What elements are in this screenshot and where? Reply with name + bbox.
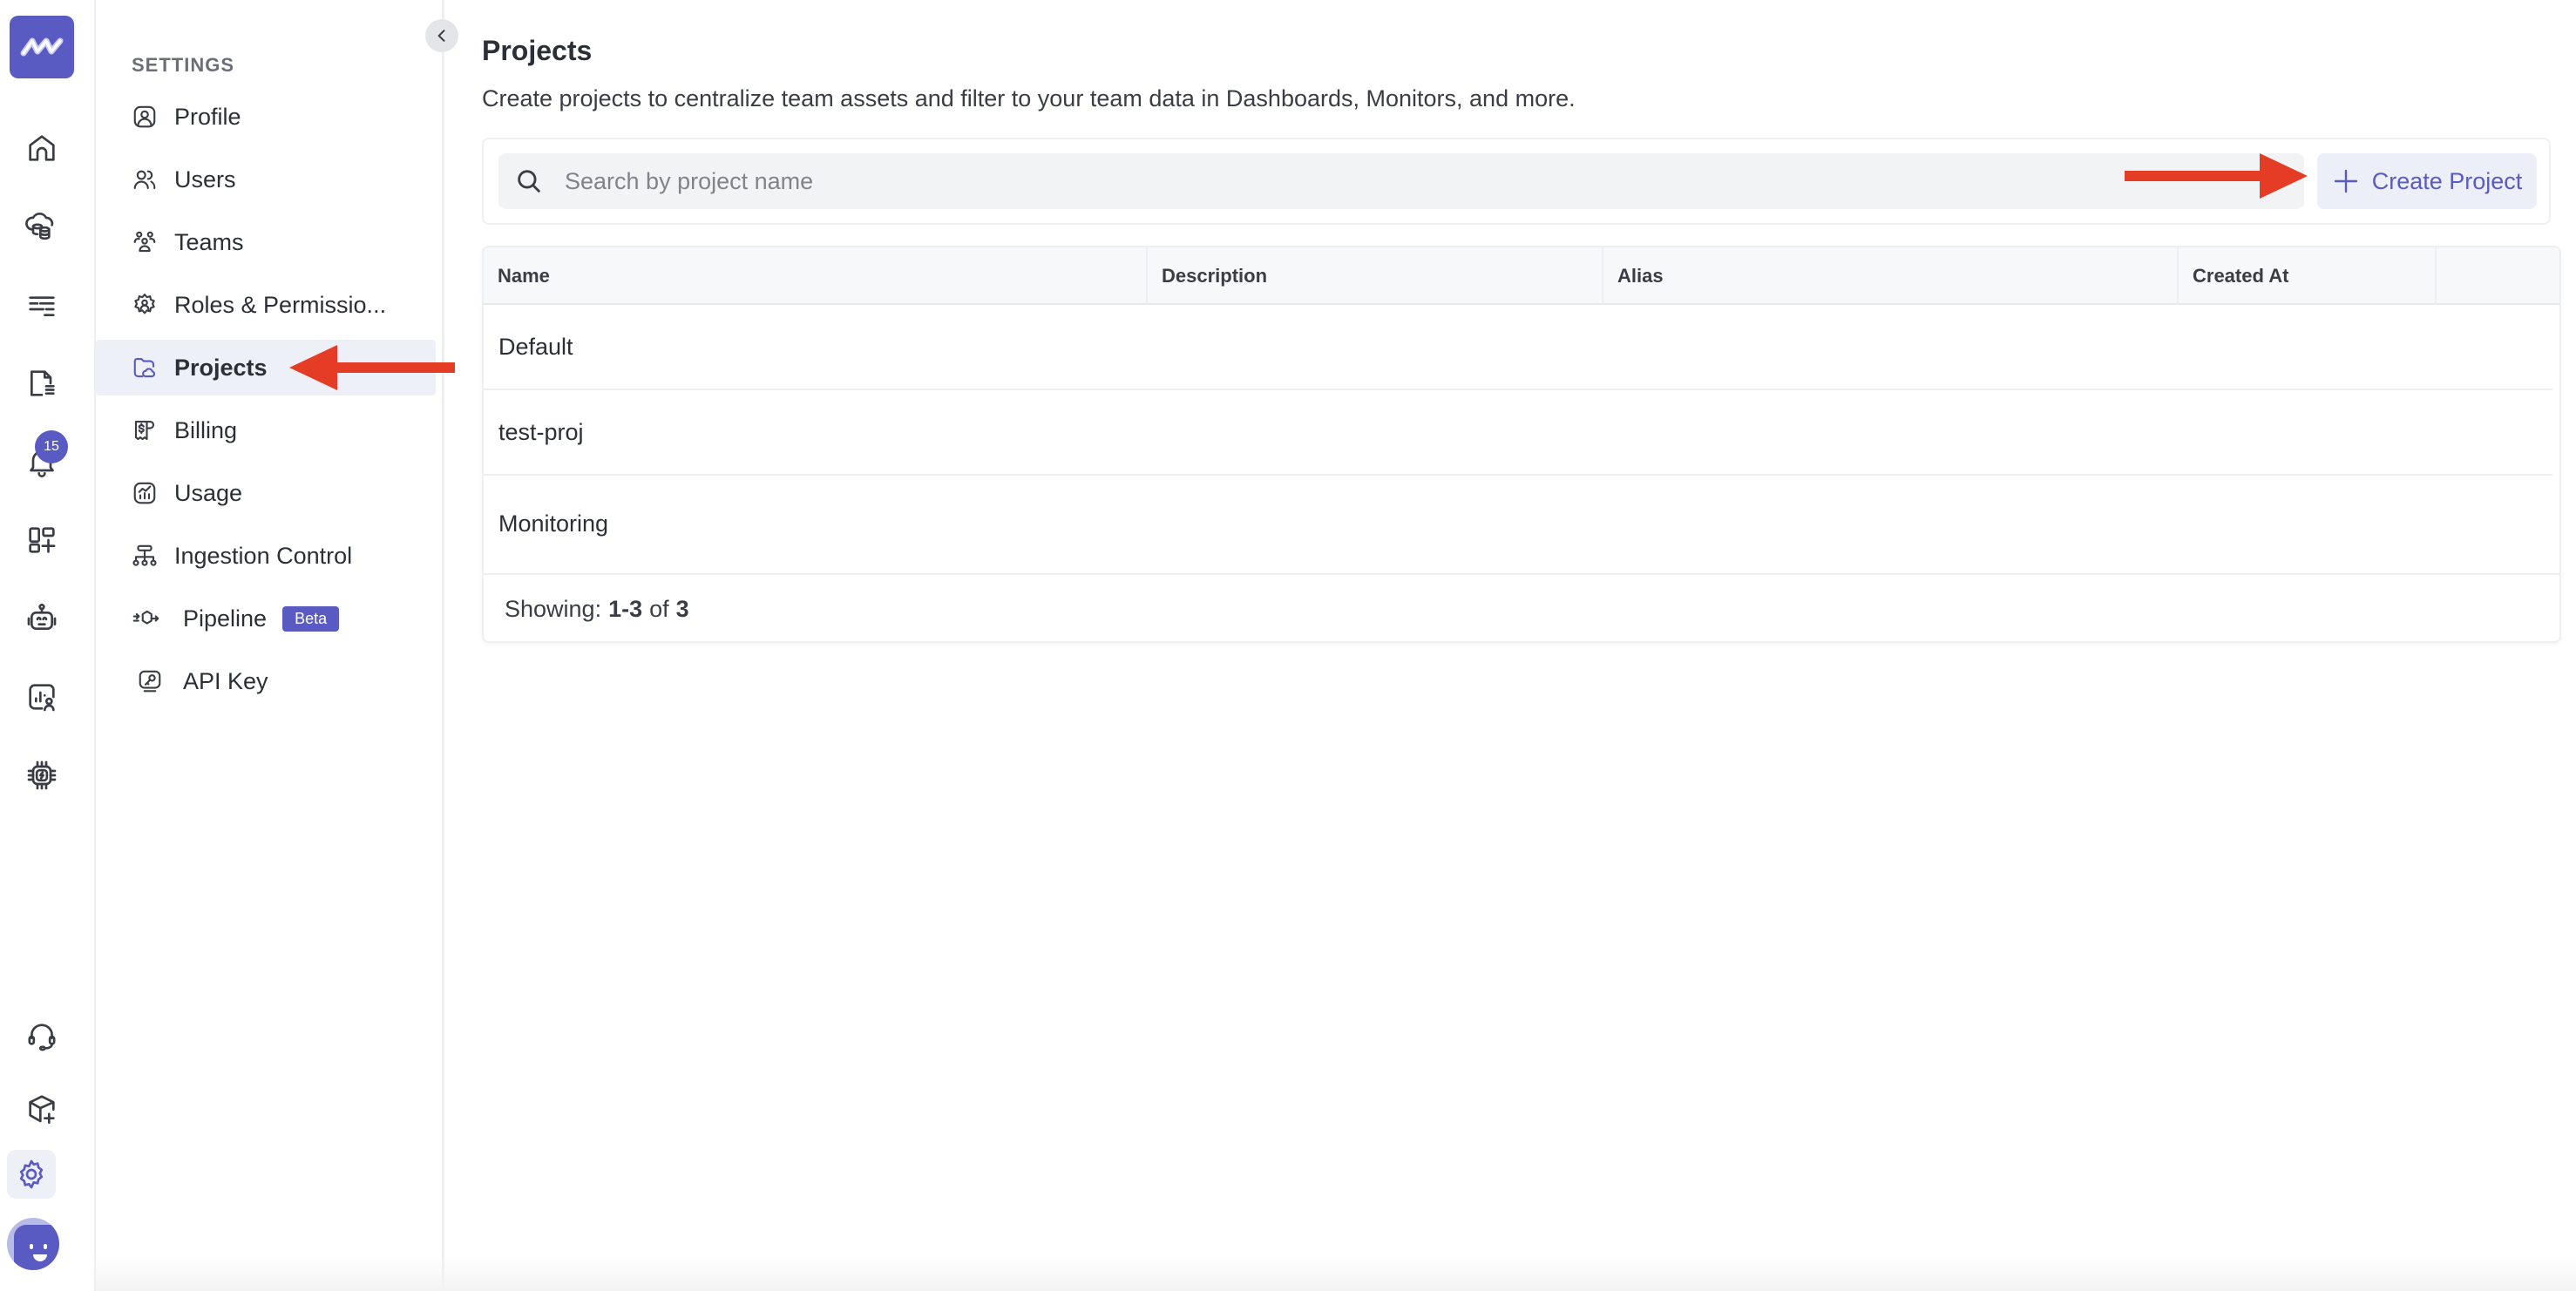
- chevron-left-icon: [437, 30, 445, 42]
- column-header-name[interactable]: Name: [484, 247, 1146, 305]
- search-icon: [518, 170, 540, 193]
- collapse-sidebar-button[interactable]: [425, 19, 458, 52]
- pipeline-icon: [131, 605, 166, 632]
- column-header-alias[interactable]: Alias: [1602, 247, 2177, 305]
- profile-icon: [131, 103, 159, 131]
- dashboard-add-icon: [29, 527, 56, 553]
- home-icon: [29, 135, 55, 161]
- logs-list-icon: [29, 296, 55, 316]
- showing-of: of: [649, 595, 669, 622]
- teams-icon: [131, 228, 159, 256]
- rail-support[interactable]: [19, 1014, 64, 1059]
- gear-icon: [19, 1159, 44, 1189]
- table-row[interactable]: test-proj: [484, 390, 2552, 476]
- rail-infrastructure[interactable]: [19, 204, 64, 249]
- settings-sidebar: SETTINGS Profile Users Teams Roles & Per…: [96, 0, 444, 1291]
- usage-chart-icon: [131, 479, 159, 507]
- ingestion-icon: [131, 542, 159, 570]
- table-row[interactable]: Default: [484, 305, 2552, 390]
- roles-icon: [131, 291, 159, 319]
- sidebar-item-billing[interactable]: Billing: [96, 402, 436, 458]
- rail-installation[interactable]: [19, 1085, 64, 1131]
- alerts-count-badge: 15: [35, 430, 68, 463]
- rail-llm-observability[interactable]: [19, 753, 64, 798]
- rail-home[interactable]: [19, 125, 64, 171]
- sidebar-item-label: Pipeline: [183, 605, 268, 632]
- project-name: test-proj: [498, 418, 584, 445]
- search-box: [498, 153, 2304, 209]
- sidebar-item-label: Users: [174, 166, 236, 193]
- page-title: Projects: [482, 35, 593, 66]
- table-footer: Showing: 1-3 of 3: [484, 573, 2559, 641]
- box-add-icon: [29, 1095, 55, 1124]
- showing-total: 3: [675, 595, 689, 622]
- sidebar-item-label: Roles & Permissio...: [174, 291, 387, 318]
- rail-ai-assistant[interactable]: [19, 596, 64, 641]
- beta-badge: Beta: [282, 605, 340, 632]
- robot-icon: [27, 603, 57, 630]
- sidebar-item-label: Teams: [174, 228, 244, 255]
- annotation-arrow-create-project: [2125, 153, 2308, 199]
- logo[interactable]: [10, 16, 74, 78]
- sidebar-item-teams[interactable]: Teams: [96, 214, 436, 270]
- column-header-created-at[interactable]: Created At: [2177, 247, 2435, 305]
- sidebar-item-label: Ingestion Control: [174, 542, 353, 569]
- projects-table: Name Description Alias Created At Defaul…: [482, 246, 2561, 643]
- page-description: Create projects to centralize team asset…: [482, 85, 1576, 112]
- column-header-actions: [2435, 247, 2559, 305]
- showing-range: 1-3: [608, 595, 643, 622]
- sidebar-heading: SETTINGS: [132, 54, 235, 76]
- sidebar-item-label: Projects: [174, 354, 268, 381]
- sidebar-item-pipeline[interactable]: Pipeline Beta: [96, 591, 436, 646]
- rail-settings[interactable]: [7, 1150, 56, 1199]
- sidebar-item-api-key[interactable]: API Key: [96, 653, 436, 709]
- column-header-description[interactable]: Description: [1146, 247, 1602, 305]
- annotation-arrow-projects: [289, 345, 455, 390]
- sidebar-item-usage[interactable]: Usage: [96, 465, 436, 521]
- icon-rail: 15: [0, 0, 96, 1291]
- avatar-face: [14, 1225, 59, 1270]
- api-key-icon: [136, 667, 164, 695]
- users-icon: [131, 166, 159, 193]
- sidebar-item-label: API Key: [183, 667, 268, 694]
- table-row[interactable]: Monitoring: [484, 476, 2552, 571]
- plus-icon: [2334, 169, 2357, 193]
- sidebar-item-label: Usage: [174, 479, 243, 506]
- cloud-database-icon: [25, 212, 54, 240]
- user-avatar[interactable]: [7, 1218, 59, 1270]
- sidebar-item-users[interactable]: Users: [96, 152, 436, 207]
- sidebar-item-profile[interactable]: Profile: [96, 89, 436, 145]
- create-project-button[interactable]: Create Project: [2317, 153, 2537, 209]
- sidebar-item-label: Billing: [174, 416, 238, 443]
- rail-dashboard-builder[interactable]: [19, 517, 64, 563]
- rail-logs[interactable]: [19, 282, 64, 328]
- sidebar-item-ingestion-control[interactable]: Ingestion Control: [96, 528, 436, 584]
- bottom-shadow: [96, 1256, 2576, 1291]
- chip-icon: [27, 760, 57, 790]
- sidebar-item-label: Profile: [174, 103, 241, 130]
- billing-icon: [131, 416, 159, 444]
- document-icon: [31, 370, 55, 396]
- rail-reports[interactable]: [19, 361, 64, 406]
- folder-cloud-icon: [131, 354, 159, 382]
- showing-label: Showing:: [505, 595, 602, 622]
- headset-icon: [28, 1024, 56, 1051]
- search-input[interactable]: [565, 167, 2220, 195]
- middleware-logo-icon: [20, 37, 64, 57]
- table-header: Name Description Alias Created At: [484, 247, 2559, 305]
- project-name: Default: [498, 333, 573, 360]
- rail-rum[interactable]: [19, 674, 64, 720]
- project-name: Monitoring: [498, 510, 609, 537]
- create-project-label: Create Project: [2371, 167, 2523, 194]
- user-analytics-icon: [29, 684, 55, 712]
- sidebar-item-roles-permissions[interactable]: Roles & Permissio...: [96, 277, 436, 333]
